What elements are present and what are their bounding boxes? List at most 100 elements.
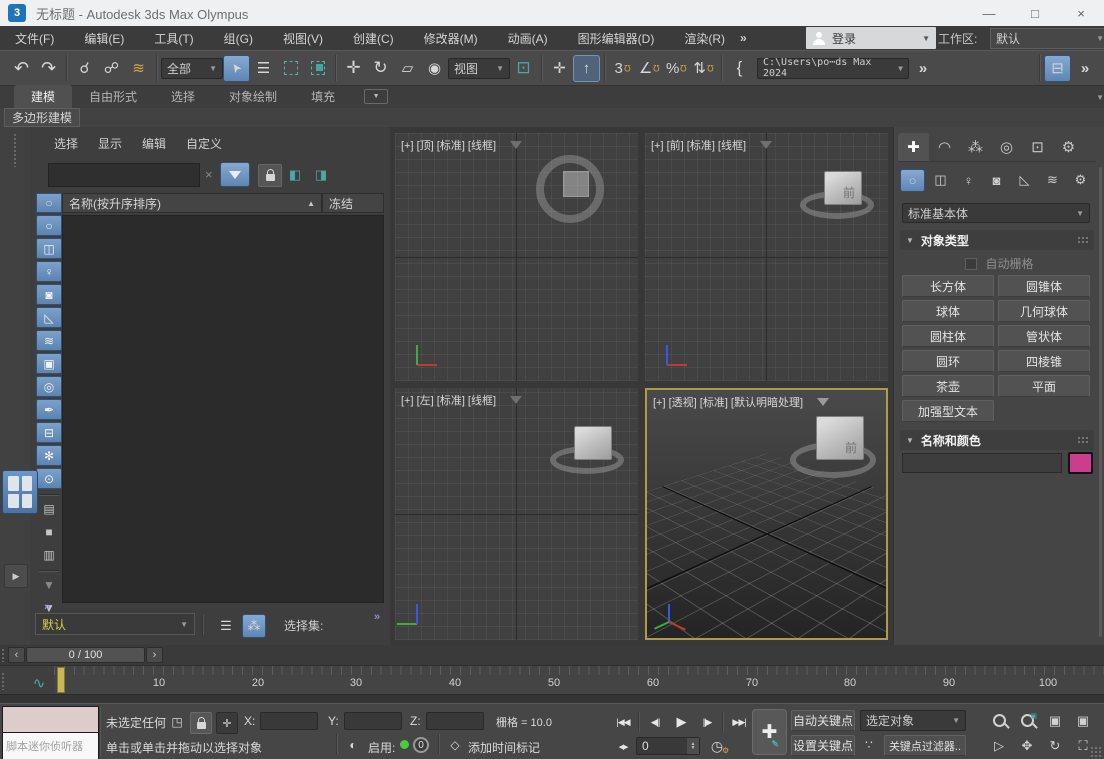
explorer-menu-select[interactable]: 选择 [54, 135, 78, 152]
window-crossing-toggle[interactable] [304, 55, 331, 82]
object-name-field[interactable] [902, 453, 1062, 473]
viewport-front-label[interactable]: [+] [前] [标准] [线框] [651, 137, 746, 153]
name-color-rollout-header[interactable]: ▼ 名称和颜色 [900, 430, 1094, 450]
show-lights-toggle[interactable]: ♀ [36, 261, 62, 282]
viewport-top-label[interactable]: [+] [顶] [标准] [线框] [401, 137, 496, 153]
frame-ruler[interactable]: 0 10 20 30 40 50 60 70 80 90 100 [54, 666, 1104, 695]
bind-to-space-warp-icon[interactable]: ≋ [125, 55, 152, 82]
redo-button[interactable]: ↷ [35, 55, 62, 82]
menu-views[interactable]: 视图(V) [268, 30, 338, 47]
percent-snap-toggle[interactable]: %Ω [663, 55, 690, 82]
select-by-name-button[interactable]: ☰ [250, 55, 277, 82]
show-shapes-toggle[interactable]: ◫ [36, 238, 62, 259]
sphere-button[interactable]: 球体 [902, 300, 994, 322]
viewport-top[interactable]: [+] [顶] [标准] [线框] [395, 133, 638, 381]
viewport-left[interactable]: [+] [左] [标准] [线框] [395, 388, 638, 640]
next-frame-button[interactable]: ||▶ [694, 712, 720, 732]
minimize-button[interactable]: — [966, 0, 1012, 26]
spinner-snap-toggle[interactable]: ⇅Ω [690, 55, 717, 82]
toolbar-overflow2-icon[interactable]: » [1071, 55, 1098, 82]
set-key-button[interactable]: 设置关键点 [791, 735, 855, 756]
menu-graph-editors[interactable]: 图形编辑器(D) [563, 30, 670, 47]
maxscript-mini-listener[interactable]: 脚本迷你侦听器 [2, 706, 99, 759]
zoom-extents-button[interactable]: ▣ [1042, 710, 1068, 731]
viewport-filter-icon[interactable] [510, 396, 522, 404]
tab-display[interactable]: ⊡ [1022, 133, 1053, 161]
listener-input[interactable]: 脚本迷你侦听器 [3, 732, 98, 759]
go-to-end-button[interactable]: ▶▶| [726, 712, 752, 732]
select-and-move-button[interactable]: ✛ [340, 55, 367, 82]
project-folder-dropdown[interactable]: C:\Users\po⋯ds Max 2024 ▼ [757, 58, 909, 79]
current-frame-field[interactable]: 0 ▲▼ [636, 737, 700, 755]
app-logo-icon[interactable]: 3 [8, 4, 26, 22]
show-cameras-toggle[interactable]: ◙ [36, 284, 62, 305]
tab-create[interactable]: ✚ [898, 133, 929, 161]
teapot-button[interactable]: 茶壶 [902, 375, 994, 397]
advanced-filter-button[interactable]: ▼ [36, 574, 62, 595]
orbit-button[interactable]: ↻ [1042, 735, 1068, 756]
show-helpers-toggle[interactable]: ◺ [36, 307, 62, 328]
viewport-left-label[interactable]: [+] [左] [标准] [线框] [401, 392, 496, 408]
chevron-down-icon[interactable]: ▼ [1096, 93, 1104, 102]
explorer-preset-dropdown[interactable]: 默认 ▼ [35, 613, 195, 635]
x-coordinate-field[interactable] [260, 712, 318, 730]
viewcube[interactable]: 前 [824, 171, 862, 205]
selection-lock-toggle[interactable] [190, 712, 212, 734]
expand-all-button[interactable]: ◧ [284, 164, 306, 185]
select-object-button[interactable]: ➤ [223, 55, 250, 82]
mini-curve-editor-button[interactable]: ∿ [26, 671, 52, 695]
tab-utilities[interactable]: ⚙ [1053, 133, 1084, 161]
key-filters-button[interactable]: 关键点过滤器.. [884, 735, 966, 756]
category-cameras[interactable]: ◙ [984, 169, 1009, 192]
play-button[interactable]: ▶ [668, 712, 694, 732]
set-key-big-button[interactable]: ✚✒ [752, 709, 787, 755]
angle-snap-toggle[interactable]: ∠Ω [636, 55, 663, 82]
snaps-toggle-button[interactable]: 3Ω [609, 55, 636, 82]
lock-explorer-button[interactable] [258, 164, 282, 187]
zoom-button[interactable] [986, 710, 1012, 731]
ribbon-minimize-icon[interactable]: ▼ [364, 89, 388, 104]
resize-grip[interactable] [1090, 746, 1102, 758]
category-shapes[interactable]: ◫ [928, 169, 953, 192]
show-spacewarps-toggle[interactable]: ≋ [36, 330, 62, 351]
z-coordinate-field[interactable] [426, 712, 484, 730]
explorer-menu-customize[interactable]: 自定义 [186, 135, 222, 152]
select-and-manipulate-button[interactable]: ✛ [546, 55, 573, 82]
go-to-start-button[interactable]: |◀◀ [610, 712, 636, 732]
viewport-front[interactable]: [+] [前] [标准] [线框] 前 [645, 133, 888, 381]
show-geometry-toggle[interactable]: ○ [36, 215, 62, 236]
add-time-tag[interactable]: 添加时间标记 [468, 739, 540, 756]
scene-object-list[interactable] [62, 215, 384, 603]
hierarchy-view-button[interactable]: ⁂ [242, 614, 266, 638]
clear-search-icon[interactable]: × [205, 167, 213, 182]
viewport-filter-icon[interactable] [760, 141, 772, 149]
category-systems[interactable]: ⚙ [1068, 169, 1093, 192]
category-helpers[interactable]: ◺ [1012, 169, 1037, 192]
geosphere-button[interactable]: 几何球体 [998, 300, 1090, 322]
textplus-button[interactable]: 加强型文本 [902, 400, 994, 422]
category-lights[interactable]: ♀ [956, 169, 981, 192]
pan-hand-button[interactable]: ✥ [1014, 735, 1040, 756]
named-selection-sets-button[interactable]: { [726, 55, 753, 82]
panel-scrollbar[interactable] [1099, 167, 1102, 637]
absolute-offset-mode-toggle[interactable]: ✛ [216, 712, 238, 734]
next-frame-arrow[interactable]: › [146, 647, 163, 663]
previous-frame-arrow[interactable]: ‹ [8, 647, 25, 663]
toolbar-overflow-icon[interactable]: » [909, 55, 936, 82]
torus-button[interactable]: 圆环 [902, 350, 994, 372]
show-all-toggle[interactable]: ▣ [36, 353, 62, 374]
tab-hierarchy[interactable]: ⁂ [960, 133, 991, 161]
menu-animation[interactable]: 动画(A) [493, 30, 563, 47]
autogrid-checkbox[interactable] [965, 258, 977, 270]
autobackup-save-button[interactable]: ⊟◷ [1044, 55, 1071, 82]
menu-create[interactable]: 创建(C) [338, 30, 409, 47]
menu-overflow-icon[interactable]: » [740, 31, 746, 45]
box-button[interactable]: 长方体 [902, 275, 994, 297]
object-type-rollout-header[interactable]: ▼ 对象类型 [900, 230, 1094, 250]
unlink-selection-icon[interactable]: ☍ [98, 55, 125, 82]
tube-button[interactable]: 管状体 [998, 325, 1090, 347]
ribbon-tab-selection[interactable]: 选择 [154, 85, 212, 108]
display-detail-view-button[interactable]: ▥ [36, 544, 62, 565]
expand-panel-button[interactable]: ▶ [4, 564, 28, 588]
menu-tools[interactable]: 工具(T) [139, 30, 208, 47]
